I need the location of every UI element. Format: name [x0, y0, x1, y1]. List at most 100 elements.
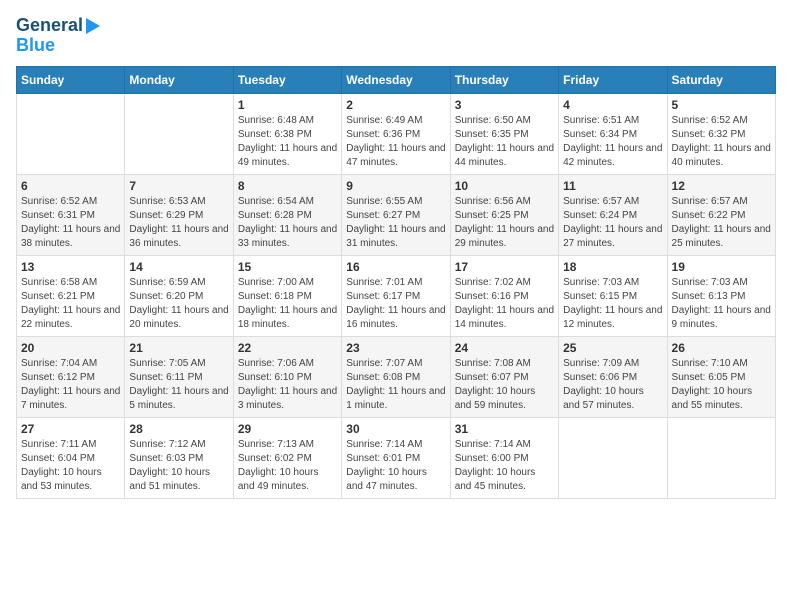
day-number: 14	[129, 260, 228, 274]
weekday-header-row: SundayMondayTuesdayWednesdayThursdayFrid…	[17, 66, 776, 93]
day-info: Sunrise: 7:06 AM Sunset: 6:10 PM Dayligh…	[238, 357, 337, 413]
day-info: Sunrise: 7:00 AM Sunset: 6:18 PM Dayligh…	[238, 276, 337, 332]
calendar-cell: 17 Sunrise: 7:02 AM Sunset: 6:16 PM Dayli…	[450, 255, 558, 336]
calendar-cell	[667, 417, 775, 498]
day-number: 23	[346, 341, 445, 355]
calendar-cell: 1 Sunrise: 6:48 AM Sunset: 6:38 PM Daylig…	[233, 93, 341, 174]
calendar-cell: 7Sunrise: 6:53 AM Sunset: 6:29 PM Daylig…	[125, 174, 233, 255]
week-row-1: 1 Sunrise: 6:48 AM Sunset: 6:38 PM Daylig…	[17, 93, 776, 174]
calendar-cell	[559, 417, 667, 498]
week-row-3: 13 Sunrise: 6:58 AM Sunset: 6:21 PM Dayli…	[17, 255, 776, 336]
logo-arrow-icon	[86, 18, 100, 34]
day-number: 4	[563, 98, 662, 112]
calendar-cell: 22 Sunrise: 7:06 AM Sunset: 6:10 PM Dayli…	[233, 336, 341, 417]
day-number: 26	[672, 341, 771, 355]
calendar-cell: 25 Sunrise: 7:09 AM Sunset: 6:06 PM Dayli…	[559, 336, 667, 417]
day-info: Sunrise: 7:14 AM Sunset: 6:01 PM Dayligh…	[346, 438, 445, 494]
day-number: 2	[346, 98, 445, 112]
day-info: Sunrise: 6:48 AM Sunset: 6:38 PM Dayligh…	[238, 114, 337, 170]
calendar-cell: 3 Sunrise: 6:50 AM Sunset: 6:35 PM Daylig…	[450, 93, 558, 174]
day-info: Sunrise: 6:52 AM Sunset: 6:31 PM Dayligh…	[21, 195, 120, 251]
calendar-cell: 13 Sunrise: 6:58 AM Sunset: 6:21 PM Dayli…	[17, 255, 125, 336]
day-number: 12	[672, 179, 771, 193]
day-info: Sunrise: 7:03 AM Sunset: 6:13 PM Dayligh…	[672, 276, 771, 332]
day-number: 22	[238, 341, 337, 355]
day-number: 17	[455, 260, 554, 274]
calendar-cell: 30 Sunrise: 7:14 AM Sunset: 6:01 PM Dayli…	[342, 417, 450, 498]
day-number: 20	[21, 341, 120, 355]
weekday-header-saturday: Saturday	[667, 66, 775, 93]
day-number: 15	[238, 260, 337, 274]
day-info: Sunrise: 7:04 AM Sunset: 6:12 PM Dayligh…	[21, 357, 120, 413]
calendar-cell	[125, 93, 233, 174]
logo: General Blue	[16, 16, 100, 56]
day-number: 27	[21, 422, 120, 436]
day-number: 3	[455, 98, 554, 112]
day-number: 5	[672, 98, 771, 112]
day-info: Sunrise: 7:05 AM Sunset: 6:11 PM Dayligh…	[129, 357, 228, 413]
calendar-cell: 14Sunrise: 6:59 AM Sunset: 6:20 PM Dayli…	[125, 255, 233, 336]
calendar-cell: 15 Sunrise: 7:00 AM Sunset: 6:18 PM Dayli…	[233, 255, 341, 336]
weekday-header-sunday: Sunday	[17, 66, 125, 93]
day-info: Sunrise: 7:11 AM Sunset: 6:04 PM Dayligh…	[21, 438, 120, 494]
day-number: 21	[129, 341, 228, 355]
day-number: 8	[238, 179, 337, 193]
calendar-cell: 21 Sunrise: 7:05 AM Sunset: 6:11 PM Dayli…	[125, 336, 233, 417]
day-number: 29	[238, 422, 337, 436]
calendar-cell: 11Sunrise: 6:57 AM Sunset: 6:24 PM Dayli…	[559, 174, 667, 255]
day-number: 1	[238, 98, 337, 112]
weekday-header-wednesday: Wednesday	[342, 66, 450, 93]
calendar-cell: 6 Sunrise: 6:52 AM Sunset: 6:31 PM Daylig…	[17, 174, 125, 255]
day-number: 16	[346, 260, 445, 274]
calendar-cell: 20 Sunrise: 7:04 AM Sunset: 6:12 PM Dayli…	[17, 336, 125, 417]
day-number: 13	[21, 260, 120, 274]
day-info: Sunrise: 7:08 AM Sunset: 6:07 PM Dayligh…	[455, 357, 554, 413]
calendar-cell: 27 Sunrise: 7:11 AM Sunset: 6:04 PM Dayli…	[17, 417, 125, 498]
day-info: Sunrise: 7:01 AM Sunset: 6:17 PM Dayligh…	[346, 276, 445, 332]
day-info: Sunrise: 7:10 AM Sunset: 6:05 PM Dayligh…	[672, 357, 771, 413]
day-info: Sunrise: 6:56 AM Sunset: 6:25 PM Dayligh…	[455, 195, 554, 251]
day-info: Sunrise: 7:02 AM Sunset: 6:16 PM Dayligh…	[455, 276, 554, 332]
day-info: Sunrise: 6:55 AM Sunset: 6:27 PM Dayligh…	[346, 195, 445, 251]
day-info: Sunrise: 6:50 AM Sunset: 6:35 PM Dayligh…	[455, 114, 554, 170]
day-number: 24	[455, 341, 554, 355]
day-info: Sunrise: 7:12 AM Sunset: 6:03 PM Dayligh…	[129, 438, 228, 494]
day-number: 25	[563, 341, 662, 355]
calendar-cell: 28 Sunrise: 7:12 AM Sunset: 6:03 PM Dayli…	[125, 417, 233, 498]
day-info: Sunrise: 6:51 AM Sunset: 6:34 PM Dayligh…	[563, 114, 662, 170]
day-number: 31	[455, 422, 554, 436]
weekday-header-friday: Friday	[559, 66, 667, 93]
day-number: 10	[455, 179, 554, 193]
day-info: Sunrise: 7:03 AM Sunset: 6:15 PM Dayligh…	[563, 276, 662, 332]
day-info: Sunrise: 6:49 AM Sunset: 6:36 PM Dayligh…	[346, 114, 445, 170]
day-number: 30	[346, 422, 445, 436]
calendar-cell: 24 Sunrise: 7:08 AM Sunset: 6:07 PM Dayli…	[450, 336, 558, 417]
day-number: 19	[672, 260, 771, 274]
day-info: Sunrise: 7:07 AM Sunset: 6:08 PM Dayligh…	[346, 357, 445, 413]
day-info: Sunrise: 7:09 AM Sunset: 6:06 PM Dayligh…	[563, 357, 662, 413]
calendar-cell	[17, 93, 125, 174]
calendar-cell: 5 Sunrise: 6:52 AM Sunset: 6:32 PM Daylig…	[667, 93, 775, 174]
calendar-cell: 9Sunrise: 6:55 AM Sunset: 6:27 PM Daylig…	[342, 174, 450, 255]
calendar-cell: 8 Sunrise: 6:54 AM Sunset: 6:28 PM Daylig…	[233, 174, 341, 255]
calendar: SundayMondayTuesdayWednesdayThursdayFrid…	[16, 66, 776, 499]
day-info: Sunrise: 6:54 AM Sunset: 6:28 PM Dayligh…	[238, 195, 337, 251]
day-info: Sunrise: 7:13 AM Sunset: 6:02 PM Dayligh…	[238, 438, 337, 494]
calendar-cell: 16 Sunrise: 7:01 AM Sunset: 6:17 PM Dayli…	[342, 255, 450, 336]
day-number: 11	[563, 179, 662, 193]
week-row-5: 27 Sunrise: 7:11 AM Sunset: 6:04 PM Dayli…	[17, 417, 776, 498]
calendar-cell: 18 Sunrise: 7:03 AM Sunset: 6:15 PM Dayli…	[559, 255, 667, 336]
day-number: 18	[563, 260, 662, 274]
calendar-cell: 29 Sunrise: 7:13 AM Sunset: 6:02 PM Dayli…	[233, 417, 341, 498]
day-info: Sunrise: 6:58 AM Sunset: 6:21 PM Dayligh…	[21, 276, 120, 332]
day-info: Sunrise: 6:52 AM Sunset: 6:32 PM Dayligh…	[672, 114, 771, 170]
logo-blue: Blue	[16, 36, 100, 56]
day-number: 28	[129, 422, 228, 436]
week-row-4: 20 Sunrise: 7:04 AM Sunset: 6:12 PM Dayli…	[17, 336, 776, 417]
day-info: Sunrise: 6:53 AM Sunset: 6:29 PM Dayligh…	[129, 195, 228, 251]
week-row-2: 6 Sunrise: 6:52 AM Sunset: 6:31 PM Daylig…	[17, 174, 776, 255]
calendar-cell: 19 Sunrise: 7:03 AM Sunset: 6:13 PM Dayli…	[667, 255, 775, 336]
weekday-header-tuesday: Tuesday	[233, 66, 341, 93]
logo-general: General	[16, 16, 83, 36]
day-number: 6	[21, 179, 120, 193]
